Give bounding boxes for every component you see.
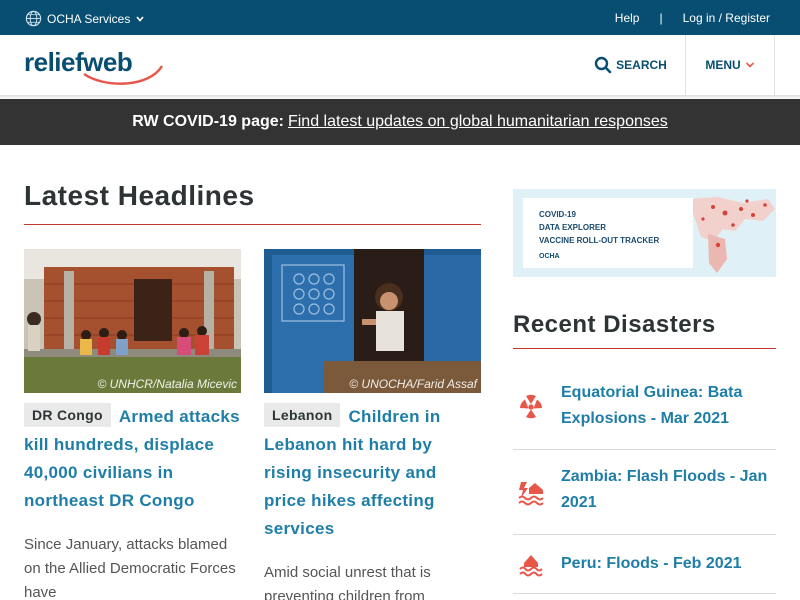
disaster-item: Zambia: Flash Floods - Jan 2021	[513, 450, 776, 535]
headline-card: © UNHCR/Natalia Micevic DR Congo Armed at…	[24, 249, 241, 600]
headline-image-lebanon[interactable]: © UNOCHA/Farid Assaf	[264, 249, 481, 393]
reliefweb-logo[interactable]: reliefweb	[24, 44, 166, 86]
headlines-divider	[24, 224, 481, 225]
recent-disasters-heading: Recent Disasters	[513, 311, 716, 338]
disaster-link[interactable]: Zambia: Flash Floods - Jan 2021	[561, 464, 776, 516]
ad-text-card: COVID-19 DATA EXPLORER VACCINE ROLL-OUT …	[523, 198, 693, 268]
ad-ocha-logo: OCHA	[539, 253, 560, 260]
flood-icon	[519, 555, 543, 577]
link-separator: |	[659, 11, 663, 25]
chevron-down-icon	[136, 15, 144, 22]
ocha-user-links: Help | Log in / Register	[615, 11, 770, 25]
menu-label: MENU	[705, 58, 741, 72]
menu-button[interactable]: MENU	[686, 35, 775, 95]
covid-data-explorer-banner[interactable]: COVID-19 DATA EXPLORER VACCINE ROLL-OUT …	[513, 189, 776, 277]
disaster-item: Equatorial Guinea: Bata Explosions - Mar…	[513, 366, 776, 450]
country-tag[interactable]: Lebanon	[264, 403, 341, 427]
flash-flood-icon	[518, 482, 544, 506]
ad-line-3: VACCINE ROLL-OUT TRACKER	[539, 236, 660, 245]
headline-title-block: Lebanon Children in Lebanon hit hard by r…	[264, 403, 481, 543]
chevron-down-icon	[745, 62, 754, 68]
ocha-top-bar: OCHA Services Help | Log in / Register	[0, 0, 800, 35]
latest-headlines-heading: Latest Headlines	[24, 180, 255, 211]
photo-credit: © UNOCHA/Farid Assaf	[349, 377, 477, 391]
explosion-hazard-icon	[520, 394, 542, 419]
headline-title-block: DR Congo Armed attacks kill hundreds, dis…	[24, 403, 241, 515]
un-globe-icon	[25, 10, 42, 27]
ocha-services-dropdown[interactable]: OCHA Services	[24, 9, 145, 28]
login-register-link[interactable]: Log in / Register	[683, 11, 770, 25]
photo-credit: © UNHCR/Natalia Micevic	[97, 377, 237, 391]
svg-text:reliefweb: reliefweb	[24, 47, 132, 77]
disaster-link[interactable]: Equatorial Guinea: Bata Explosions - Mar…	[561, 380, 776, 432]
ocha-services-label: OCHA Services	[47, 11, 131, 26]
search-icon	[594, 56, 612, 74]
disaster-link[interactable]: Peru: Floods - Feb 2021	[561, 551, 741, 577]
drc-photo	[24, 249, 241, 393]
ad-line-2: DATA EXPLORER	[539, 223, 606, 232]
help-link[interactable]: Help	[615, 11, 640, 25]
covid-updates-link[interactable]: Find latest updates on global humanitari…	[288, 113, 668, 131]
search-button[interactable]: SEARCH	[576, 35, 686, 95]
banner-prefix: RW COVID-19 page:	[132, 113, 284, 130]
headline-card: © UNOCHA/Farid Assaf Lebanon Children in …	[264, 249, 481, 600]
search-label: SEARCH	[616, 58, 667, 72]
country-tag[interactable]: DR Congo	[24, 403, 111, 427]
headline-summary: Since January, attacks blamed on the All…	[24, 536, 236, 600]
ad-line-1: COVID-19	[539, 210, 576, 219]
headline-summary: Amid social unrest that is preventing ch…	[264, 564, 431, 600]
disasters-divider	[513, 348, 776, 349]
disaster-item: Peru: Floods - Feb 2021	[513, 535, 776, 594]
headline-image-drc[interactable]: © UNHCR/Natalia Micevic	[24, 249, 241, 393]
site-header: reliefweb SEARCH MENU	[0, 35, 800, 96]
covid-banner: RW COVID-19 page: Find latest updates on…	[0, 99, 800, 145]
lebanon-photo	[264, 249, 481, 393]
